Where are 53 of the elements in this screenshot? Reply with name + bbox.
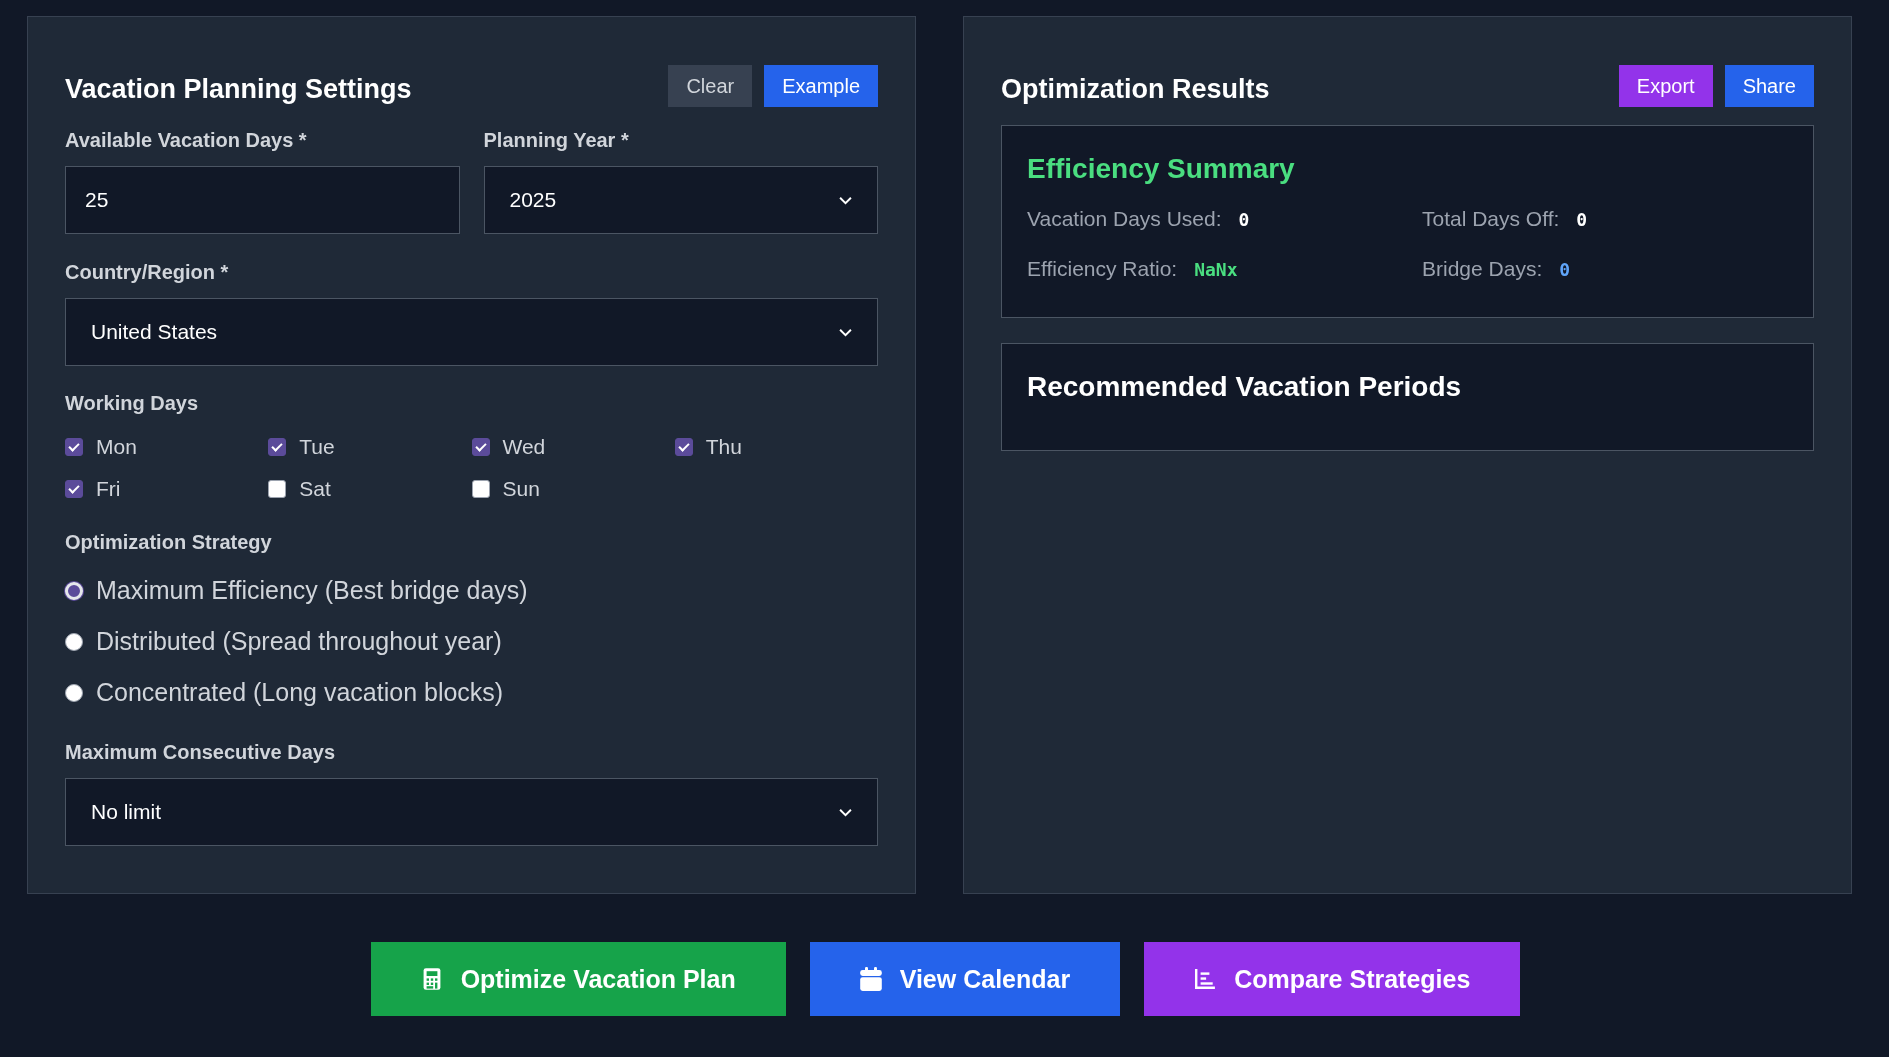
country-select[interactable]: United States: [65, 298, 878, 366]
checkbox-label: Sun: [502, 477, 540, 501]
year-select[interactable]: 2025: [483, 166, 878, 234]
radio-label: Distributed (Spread throughout year): [96, 627, 502, 656]
chevron-down-icon: [839, 807, 852, 817]
checkbox[interactable]: [471, 480, 490, 498]
panel-title: Vacation Planning Settings: [65, 73, 412, 106]
field-label: Country/Region *: [65, 261, 229, 284]
panel-title: Optimization Results: [1001, 73, 1270, 106]
periods-title: Recommended Vacation Periods: [1027, 371, 1463, 403]
field-label: Planning Year *: [483, 129, 629, 152]
stat-value: 0: [1576, 208, 1588, 230]
calendar-icon: [859, 967, 882, 991]
stat-value: 0: [1238, 208, 1250, 230]
checkbox[interactable]: [674, 438, 693, 456]
stat-value: 0: [1559, 258, 1571, 280]
field-label: Available Vacation Days *: [65, 129, 307, 152]
stat-label: Vacation Days Used:: [1027, 207, 1222, 231]
share-button[interactable]: Share: [1724, 65, 1814, 107]
section-label: Working Days: [65, 392, 198, 415]
stat-value: NaNx: [1194, 258, 1238, 280]
compare-button[interactable]: Compare Strategies: [1144, 942, 1521, 1016]
field-label: Maximum Consecutive Days: [65, 741, 336, 764]
radio-label: Maximum Efficiency (Best bridge days): [96, 576, 528, 605]
clear-button[interactable]: Clear: [668, 65, 753, 107]
checkbox-label: Wed: [502, 435, 546, 459]
radio-button[interactable]: [65, 683, 83, 702]
max-consecutive-select[interactable]: No limit: [65, 778, 878, 846]
stat-label: Efficiency Ratio:: [1027, 257, 1178, 281]
checkbox-label: Fri: [96, 477, 121, 501]
radio-button[interactable]: [65, 632, 83, 651]
radio-label: Concentrated (Long vacation blocks): [96, 678, 504, 707]
checkbox-label: Tue: [299, 435, 335, 459]
checkbox-label: Mon: [96, 435, 137, 459]
checkbox[interactable]: [65, 480, 83, 498]
chevron-down-icon: [839, 195, 852, 205]
stat-label: Total Days Off:: [1422, 207, 1560, 231]
checkbox-label: Thu: [705, 435, 742, 459]
stat-label: Bridge Days:: [1422, 257, 1543, 281]
checkbox[interactable]: [268, 438, 287, 456]
checkbox[interactable]: [268, 480, 287, 498]
bar-chart-icon: [1194, 967, 1217, 991]
calendar-button[interactable]: View Calendar: [809, 942, 1121, 1016]
vacation-days-input[interactable]: 25: [65, 166, 460, 234]
chevron-down-icon: [839, 327, 852, 337]
checkbox[interactable]: [65, 438, 83, 456]
export-button[interactable]: Export: [1618, 65, 1713, 107]
example-button[interactable]: Example: [764, 65, 878, 107]
checkbox-label: Sat: [299, 477, 331, 501]
checkbox[interactable]: [471, 438, 490, 456]
optimize-button[interactable]: Optimize Vacation Plan: [370, 942, 786, 1016]
summary-title: Efficiency Summary: [1027, 153, 1296, 185]
section-label: Optimization Strategy: [65, 531, 272, 554]
